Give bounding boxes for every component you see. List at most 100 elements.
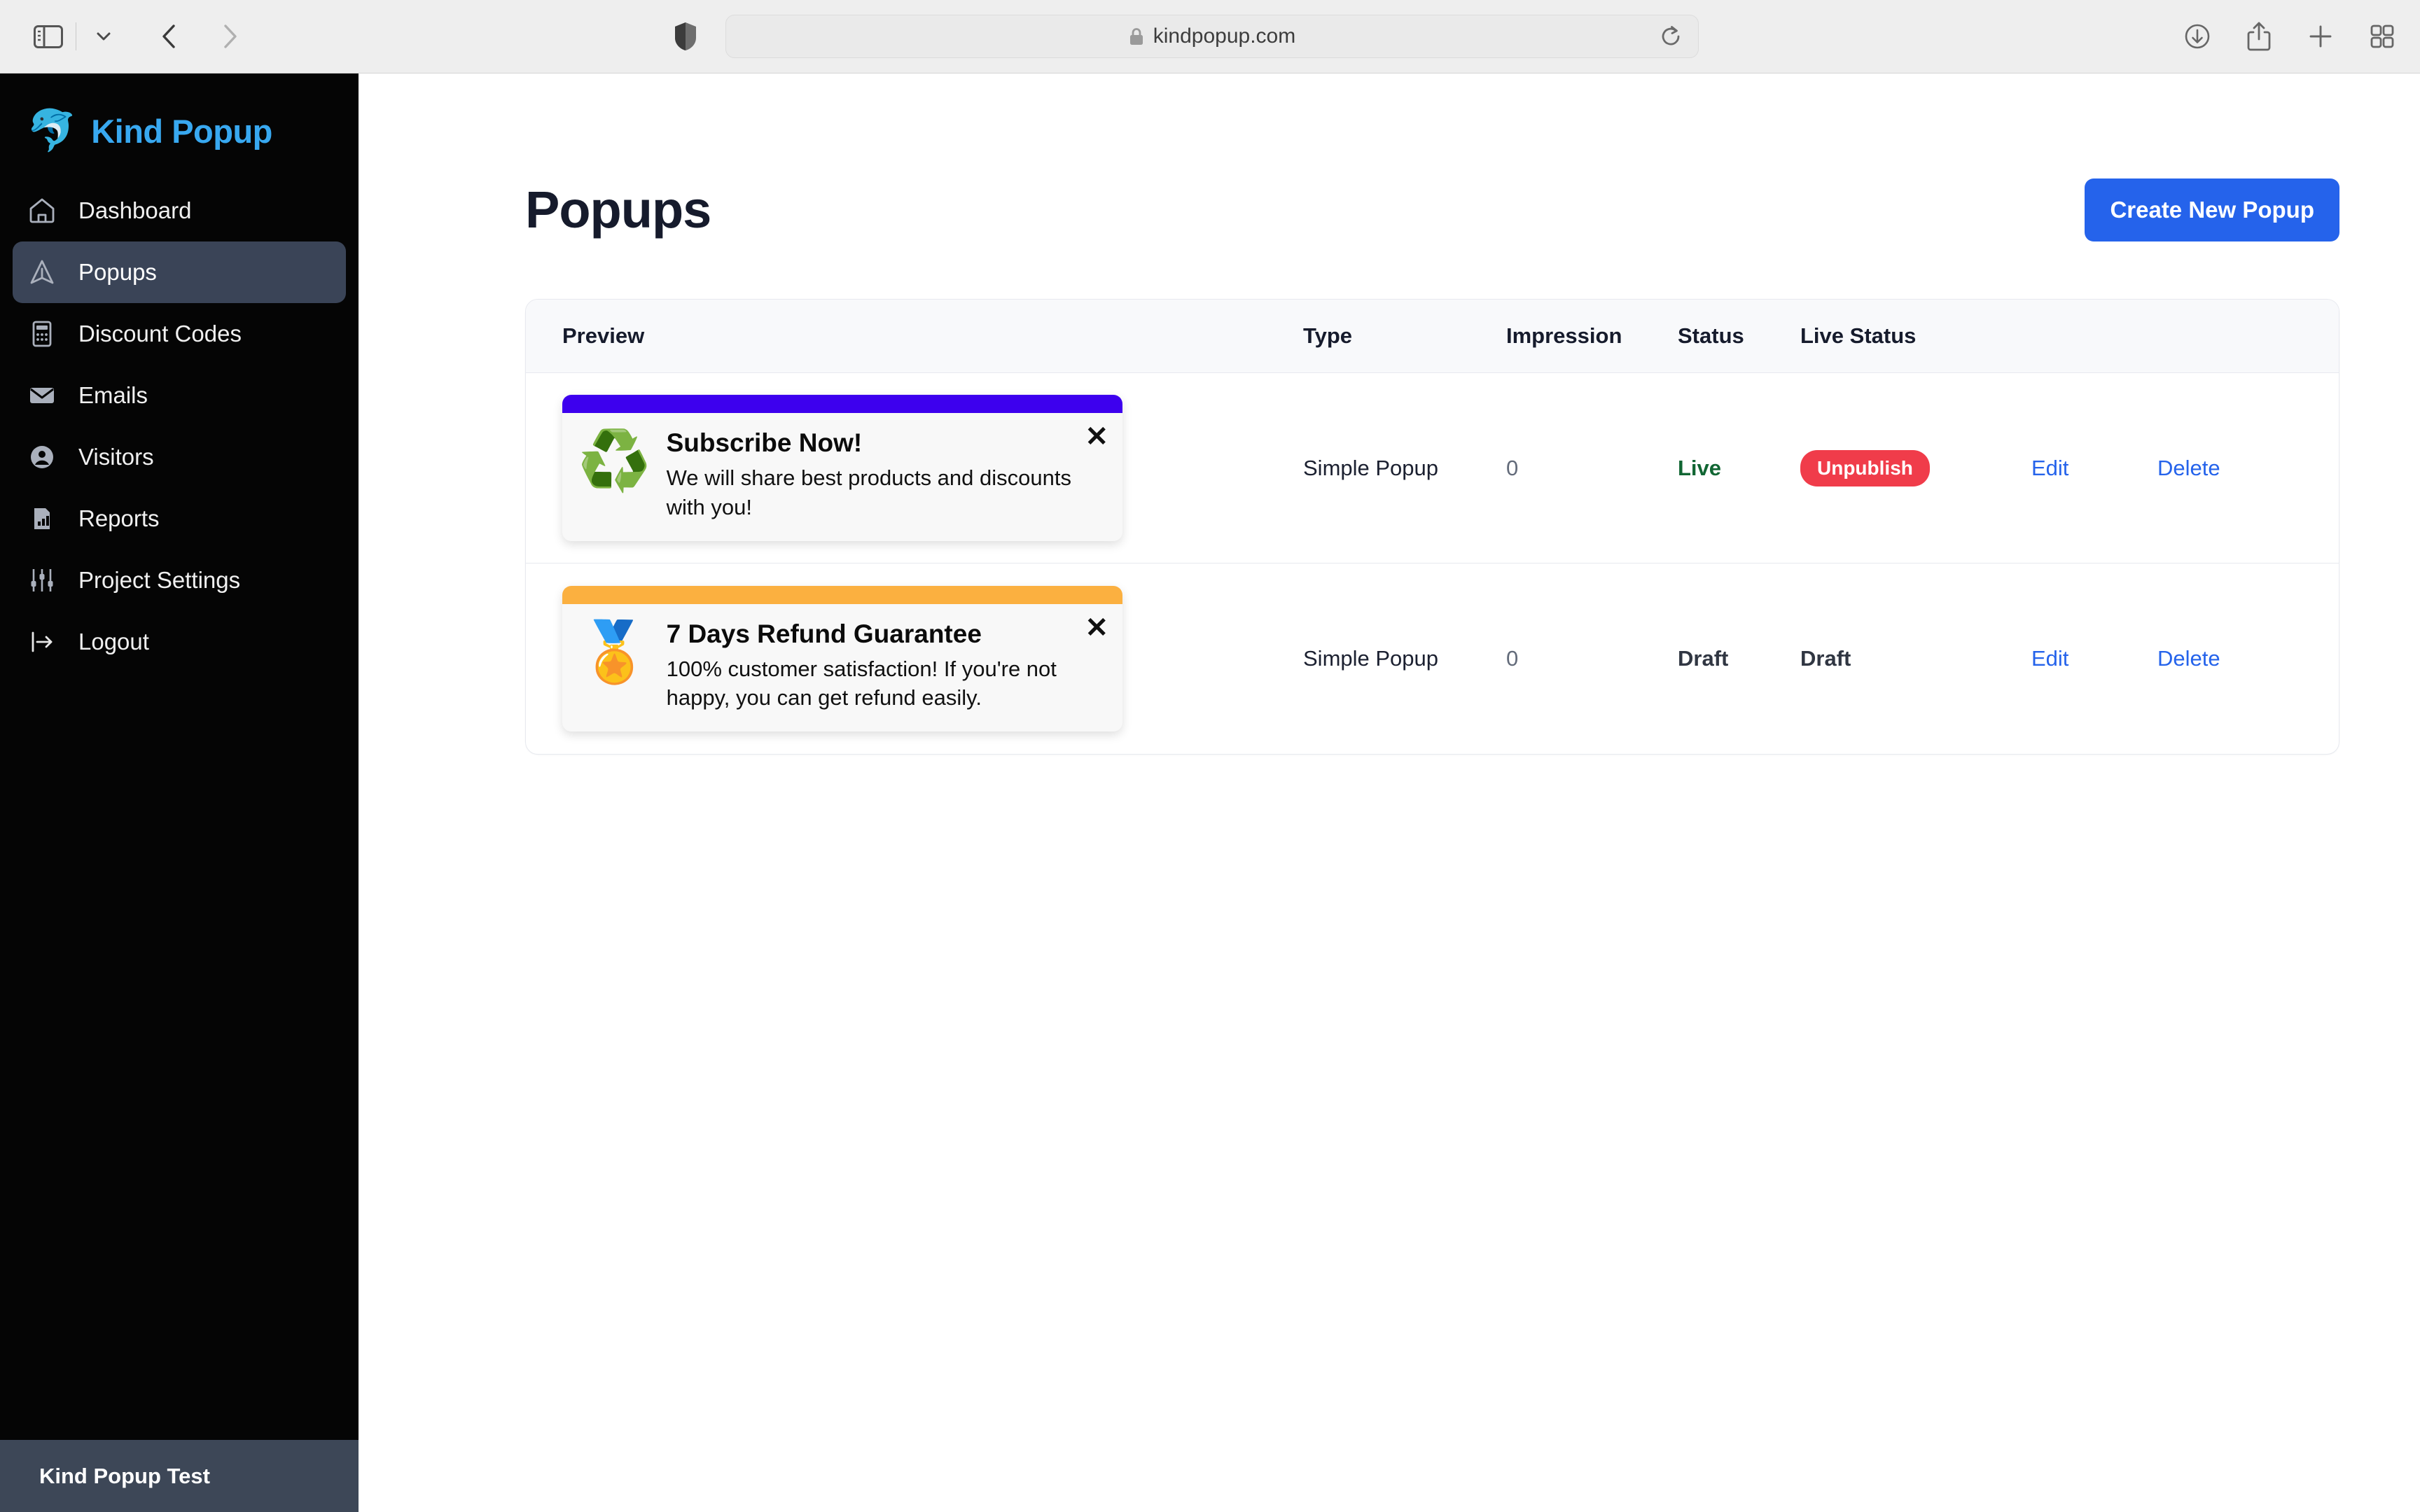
- popup-preview-title: Subscribe Now!: [666, 428, 863, 458]
- popup-preview-text: Subscribe Now! We will share best produc…: [667, 428, 1104, 521]
- cell-edit: Edit: [2031, 646, 2157, 671]
- popup-preview-description: We will share best products and discount…: [666, 465, 1071, 519]
- sidebar-toggle-icon: [34, 24, 63, 48]
- user-circle-icon: [27, 442, 57, 472]
- calculator-icon: [27, 318, 57, 349]
- popup-preview-card[interactable]: 🏅 7 Days Refund Guarantee 100% customer …: [562, 585, 1122, 732]
- bar-chart-icon: [27, 503, 57, 534]
- popup-send-icon: [27, 257, 57, 288]
- brand-name: Kind Popup: [91, 112, 272, 150]
- downloads-icon: [2185, 24, 2210, 49]
- reload-button[interactable]: [1657, 23, 1684, 50]
- sidebar-item-popups[interactable]: Popups: [13, 241, 346, 303]
- column-header-live-status: Live Status: [1800, 323, 1917, 348]
- sidebar-item-discount-codes[interactable]: Discount Codes: [13, 303, 346, 365]
- sliders-icon: [27, 565, 57, 596]
- share-icon: [2247, 22, 2271, 51]
- sidebar-item-visitors[interactable]: Visitors: [13, 426, 346, 488]
- cell-delete: Delete: [2157, 646, 2339, 671]
- tab-group-menu-button[interactable]: [82, 15, 125, 58]
- popup-preview-text: 7 Days Refund Guarantee 100% customer sa…: [667, 620, 1104, 712]
- dolphin-logo-icon: 🐬: [27, 108, 78, 153]
- cell-type: Simple Popup: [1303, 455, 1439, 480]
- popup-accent-bar: [562, 395, 1122, 414]
- forward-button[interactable]: [208, 15, 251, 58]
- reload-icon: [1662, 26, 1680, 46]
- sidebar-item-emails[interactable]: Emails: [13, 365, 346, 426]
- back-arrow-icon: [162, 24, 175, 48]
- popup-preview-body: 🏅 7 Days Refund Guarantee 100% customer …: [562, 604, 1122, 732]
- cell-preview: 🏅 7 Days Refund Guarantee 100% customer …: [526, 570, 1303, 747]
- privacy-shield-button[interactable]: [669, 20, 702, 53]
- forward-arrow-icon: [224, 24, 237, 48]
- url-text: kindpopup.com: [1153, 24, 1296, 48]
- sidebar-item-logout[interactable]: Logout: [13, 611, 346, 673]
- cell-edit: Edit: [2031, 456, 2157, 481]
- table-row: 🏅 7 Days Refund Guarantee 100% customer …: [526, 564, 2339, 754]
- cell-delete: Delete: [2157, 456, 2339, 481]
- browser-toolbar: kindpopup.com: [0, 0, 2420, 74]
- popups-table: Preview Type Impression Status Live Stat…: [525, 299, 2339, 755]
- column-header-type: Type: [1303, 323, 1353, 348]
- browser-toolbar-actions: [2178, 15, 2402, 58]
- address-bar-content: kindpopup.com: [1129, 24, 1295, 48]
- popup-preview-description: 100% customer satisfaction! If you're no…: [666, 656, 1057, 710]
- cell-impression: 0: [1506, 646, 1519, 671]
- project-name-label: Kind Popup Test: [39, 1463, 210, 1488]
- sidebar-item-project-settings[interactable]: Project Settings: [13, 550, 346, 611]
- cell-impression: 0: [1506, 455, 1519, 480]
- sidebar-footer[interactable]: Kind Popup Test: [0, 1440, 359, 1512]
- sidebar-item-label: Project Settings: [78, 567, 241, 593]
- sidebar-item-label: Dashboard: [78, 197, 192, 223]
- share-button[interactable]: [2239, 15, 2279, 58]
- sidebar-item-label: Reports: [78, 505, 160, 531]
- edit-link[interactable]: Edit: [2031, 456, 2068, 480]
- create-new-popup-button[interactable]: Create New Popup: [2085, 178, 2339, 241]
- medal-icon: 🏅: [578, 618, 651, 685]
- edit-link[interactable]: Edit: [2031, 646, 2068, 671]
- sidebar-toggle-button[interactable]: [27, 15, 70, 58]
- sidebar-item-dashboard[interactable]: Dashboard: [13, 180, 346, 241]
- sidebar: 🐬 Kind Popup Dashboard Popups Discount C…: [0, 74, 359, 1512]
- delete-link[interactable]: Delete: [2157, 646, 2220, 671]
- live-status-label: Draft: [1800, 646, 1851, 671]
- sidebar-item-label: Logout: [78, 629, 149, 654]
- sidebar-item-label: Discount Codes: [78, 321, 242, 346]
- envelope-icon: [27, 380, 57, 411]
- column-header-status: Status: [1678, 323, 1744, 348]
- status-badge: Draft: [1678, 646, 1729, 671]
- sidebar-item-reports[interactable]: Reports: [13, 488, 346, 550]
- plus-icon: [2309, 25, 2332, 48]
- cell-live-status: Draft: [1800, 646, 2031, 671]
- browser-nav-controls: [0, 15, 251, 58]
- tab-overview-icon: [2370, 24, 2394, 48]
- lock-icon: [1129, 28, 1143, 45]
- status-badge: Live: [1678, 455, 1722, 480]
- back-button[interactable]: [148, 15, 191, 58]
- privacy-shield-icon: [675, 22, 696, 50]
- popup-accent-bar: [562, 585, 1122, 604]
- column-header-preview: Preview: [562, 323, 645, 348]
- address-bar[interactable]: kindpopup.com: [725, 15, 1699, 58]
- popup-preview-body: ♻️ Subscribe Now! We will share best pro…: [562, 413, 1122, 540]
- recycle-icon: ♻️: [578, 428, 651, 494]
- table-row: ♻️ Subscribe Now! We will share best pro…: [526, 373, 2339, 564]
- page-header: Popups Create New Popup: [359, 74, 2420, 241]
- sidebar-item-label: Visitors: [78, 444, 154, 470]
- tab-overview-button[interactable]: [2363, 15, 2402, 58]
- downloads-button[interactable]: [2178, 15, 2217, 58]
- cell-type: Simple Popup: [1303, 646, 1439, 671]
- unpublish-button[interactable]: Unpublish: [1800, 449, 1930, 486]
- logout-icon: [27, 626, 57, 657]
- brand[interactable]: 🐬 Kind Popup: [0, 74, 359, 158]
- delete-link[interactable]: Delete: [2157, 456, 2220, 480]
- close-icon[interactable]: ✕: [1085, 614, 1108, 642]
- sidebar-item-label: Popups: [78, 259, 157, 285]
- cell-preview: ♻️ Subscribe Now! We will share best pro…: [526, 379, 1303, 556]
- chevron-down-icon: [97, 32, 111, 41]
- close-icon[interactable]: ✕: [1085, 423, 1108, 451]
- home-icon: [27, 195, 57, 226]
- popup-preview-card[interactable]: ♻️ Subscribe Now! We will share best pro…: [562, 395, 1122, 541]
- new-tab-button[interactable]: [2301, 15, 2340, 58]
